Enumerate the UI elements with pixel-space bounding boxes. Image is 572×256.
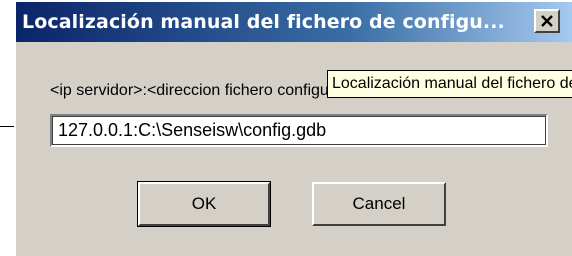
config-path-input[interactable] (50, 114, 548, 147)
ok-button[interactable]: OK (137, 181, 271, 227)
dialog-title: Localización manual del fichero de confi… (22, 11, 505, 33)
tooltip-text: Localización manual del fichero de confi… (332, 75, 572, 92)
screen: Localización manual del fichero de confi… (0, 0, 572, 256)
title-tooltip: Localización manual del fichero de confi… (327, 70, 572, 98)
close-icon (541, 15, 553, 27)
path-format-label: <ip servidor>:<direccion fichero configu (50, 82, 329, 99)
config-location-dialog: Localización manual del fichero de confi… (14, 0, 572, 256)
cancel-button[interactable]: Cancel (312, 182, 446, 226)
close-button[interactable] (534, 9, 560, 33)
dialog-titlebar[interactable]: Localización manual del fichero de confi… (16, 2, 572, 42)
